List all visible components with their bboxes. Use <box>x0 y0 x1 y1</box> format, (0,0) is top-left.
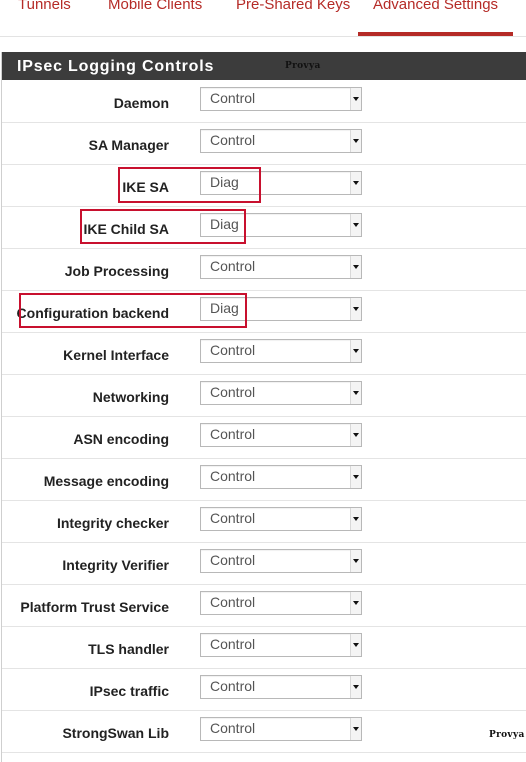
log-level-value: Control <box>210 342 256 358</box>
log-level-value: Control <box>210 90 256 106</box>
dropdown-arrow-icon[interactable] <box>350 130 361 152</box>
dropdown-arrow-icon[interactable] <box>350 298 361 320</box>
setting-label: Daemon <box>113 95 169 111</box>
tab-tunnels-label: Tunnels <box>18 0 71 13</box>
setting-label: Configuration backend <box>16 305 169 321</box>
dropdown-arrow-icon[interactable] <box>350 550 361 572</box>
setting-row: ASN encoding Control <box>2 416 526 459</box>
dropdown-arrow-icon[interactable] <box>350 718 361 740</box>
setting-row: Job Processing Control <box>2 248 526 291</box>
setting-label: Platform Trust Service <box>20 599 169 615</box>
tab-advanced-settings-label: Advanced Settings <box>372 0 499 13</box>
panel-heading: IPsec Logging Controls Provya <box>2 52 526 80</box>
tab-pre-shared-keys[interactable]: Pre-Shared Keys <box>236 0 350 32</box>
setting-label: SA Manager <box>88 137 169 153</box>
log-level-select[interactable]: Diag <box>200 297 362 321</box>
setting-label: IKE Child SA <box>83 221 169 237</box>
log-level-select[interactable]: Control <box>200 675 362 699</box>
dropdown-arrow-icon[interactable] <box>350 634 361 656</box>
log-level-select[interactable]: Control <box>200 465 362 489</box>
log-level-select[interactable]: Control <box>200 381 362 405</box>
log-level-value: Control <box>210 426 256 442</box>
tab-tunnels[interactable]: Tunnels <box>18 0 71 32</box>
log-level-select[interactable]: Control <box>200 87 362 111</box>
setting-label: StrongSwan Lib <box>62 725 169 741</box>
log-level-value: Diag <box>210 174 239 190</box>
log-level-select[interactable]: Control <box>200 255 362 279</box>
watermark-logo: Provya <box>285 61 321 71</box>
log-level-value: Diag <box>210 300 239 316</box>
setting-label: Kernel Interface <box>63 347 169 363</box>
setting-row: Message encoding Control <box>2 458 526 501</box>
log-level-select[interactable]: Diag <box>200 213 362 237</box>
setting-row: Daemon Control <box>2 80 526 123</box>
log-level-value: Control <box>210 510 256 526</box>
panel-title: IPsec Logging Controls <box>17 58 215 75</box>
setting-row: SA Manager Control <box>2 122 526 165</box>
setting-row: Platform Trust Service Control <box>2 584 526 627</box>
dropdown-arrow-icon[interactable] <box>350 592 361 614</box>
setting-row: TLS handler Control <box>2 626 526 669</box>
dropdown-arrow-icon[interactable] <box>350 256 361 278</box>
setting-label: ASN encoding <box>73 431 169 447</box>
log-level-select[interactable]: Control <box>200 129 362 153</box>
dropdown-arrow-icon[interactable] <box>350 340 361 362</box>
log-level-select[interactable]: Control <box>200 507 362 531</box>
dropdown-arrow-icon[interactable] <box>350 382 361 404</box>
tab-advanced-settings[interactable]: Advanced Settings <box>358 0 513 36</box>
tab-mobile-clients[interactable]: Mobile Clients <box>108 0 202 32</box>
tab-bar: Tunnels Mobile Clients Pre-Shared Keys A… <box>0 0 526 37</box>
dropdown-arrow-icon[interactable] <box>350 676 361 698</box>
log-level-select[interactable]: Control <box>200 717 362 741</box>
setting-row: StrongSwan Lib Control <box>2 710 526 753</box>
log-level-value: Control <box>210 594 256 610</box>
log-level-select[interactable]: Control <box>200 591 362 615</box>
setting-label: Job Processing <box>64 263 169 279</box>
log-level-select[interactable]: Diag <box>200 171 362 195</box>
setting-label: Integrity Verifier <box>62 557 169 573</box>
setting-label: Integrity checker <box>56 515 169 531</box>
dropdown-arrow-icon[interactable] <box>350 508 361 530</box>
setting-label: Networking <box>92 389 169 405</box>
log-level-select[interactable]: Control <box>200 633 362 657</box>
setting-row: Integrity Verifier Control <box>2 542 526 585</box>
ipsec-logging-panel: IPsec Logging Controls Provya Daemon Cont… <box>1 52 526 762</box>
tab-mobile-clients-label: Mobile Clients <box>108 0 203 13</box>
setting-label: IKE SA <box>122 179 169 195</box>
log-level-select[interactable]: Control <box>200 423 362 447</box>
log-level-value: Control <box>210 636 256 652</box>
log-level-value: Diag <box>210 216 239 232</box>
dropdown-arrow-icon[interactable] <box>350 214 361 236</box>
log-level-value: Control <box>210 552 256 568</box>
log-level-value: Control <box>210 678 256 694</box>
log-level-select[interactable]: Control <box>200 549 362 573</box>
dropdown-arrow-icon[interactable] <box>350 172 361 194</box>
log-level-value: Control <box>210 132 256 148</box>
setting-row: Integrity checker Control <box>2 500 526 543</box>
dropdown-arrow-icon[interactable] <box>350 88 361 110</box>
setting-row: IKE Child SA Diag <box>2 206 526 249</box>
setting-label: Message encoding <box>43 473 169 489</box>
log-level-value: Control <box>210 258 256 274</box>
setting-row: IKE SA Diag <box>2 164 526 207</box>
setting-row: IPsec traffic Control <box>2 668 526 711</box>
footer-watermark-logo: Provya <box>489 730 525 740</box>
setting-label: IPsec traffic <box>89 683 169 699</box>
dropdown-arrow-icon[interactable] <box>350 424 361 446</box>
log-level-value: Control <box>210 468 256 484</box>
setting-row: Networking Control <box>2 374 526 417</box>
dropdown-arrow-icon[interactable] <box>350 466 361 488</box>
log-level-value: Control <box>210 720 256 736</box>
setting-label: TLS handler <box>88 641 169 657</box>
setting-row: Kernel Interface Control <box>2 332 526 375</box>
log-level-value: Control <box>210 384 256 400</box>
log-level-select[interactable]: Control <box>200 339 362 363</box>
setting-row: Configuration backend Diag <box>2 290 526 333</box>
tab-pre-shared-keys-label: Pre-Shared Keys <box>236 0 351 13</box>
